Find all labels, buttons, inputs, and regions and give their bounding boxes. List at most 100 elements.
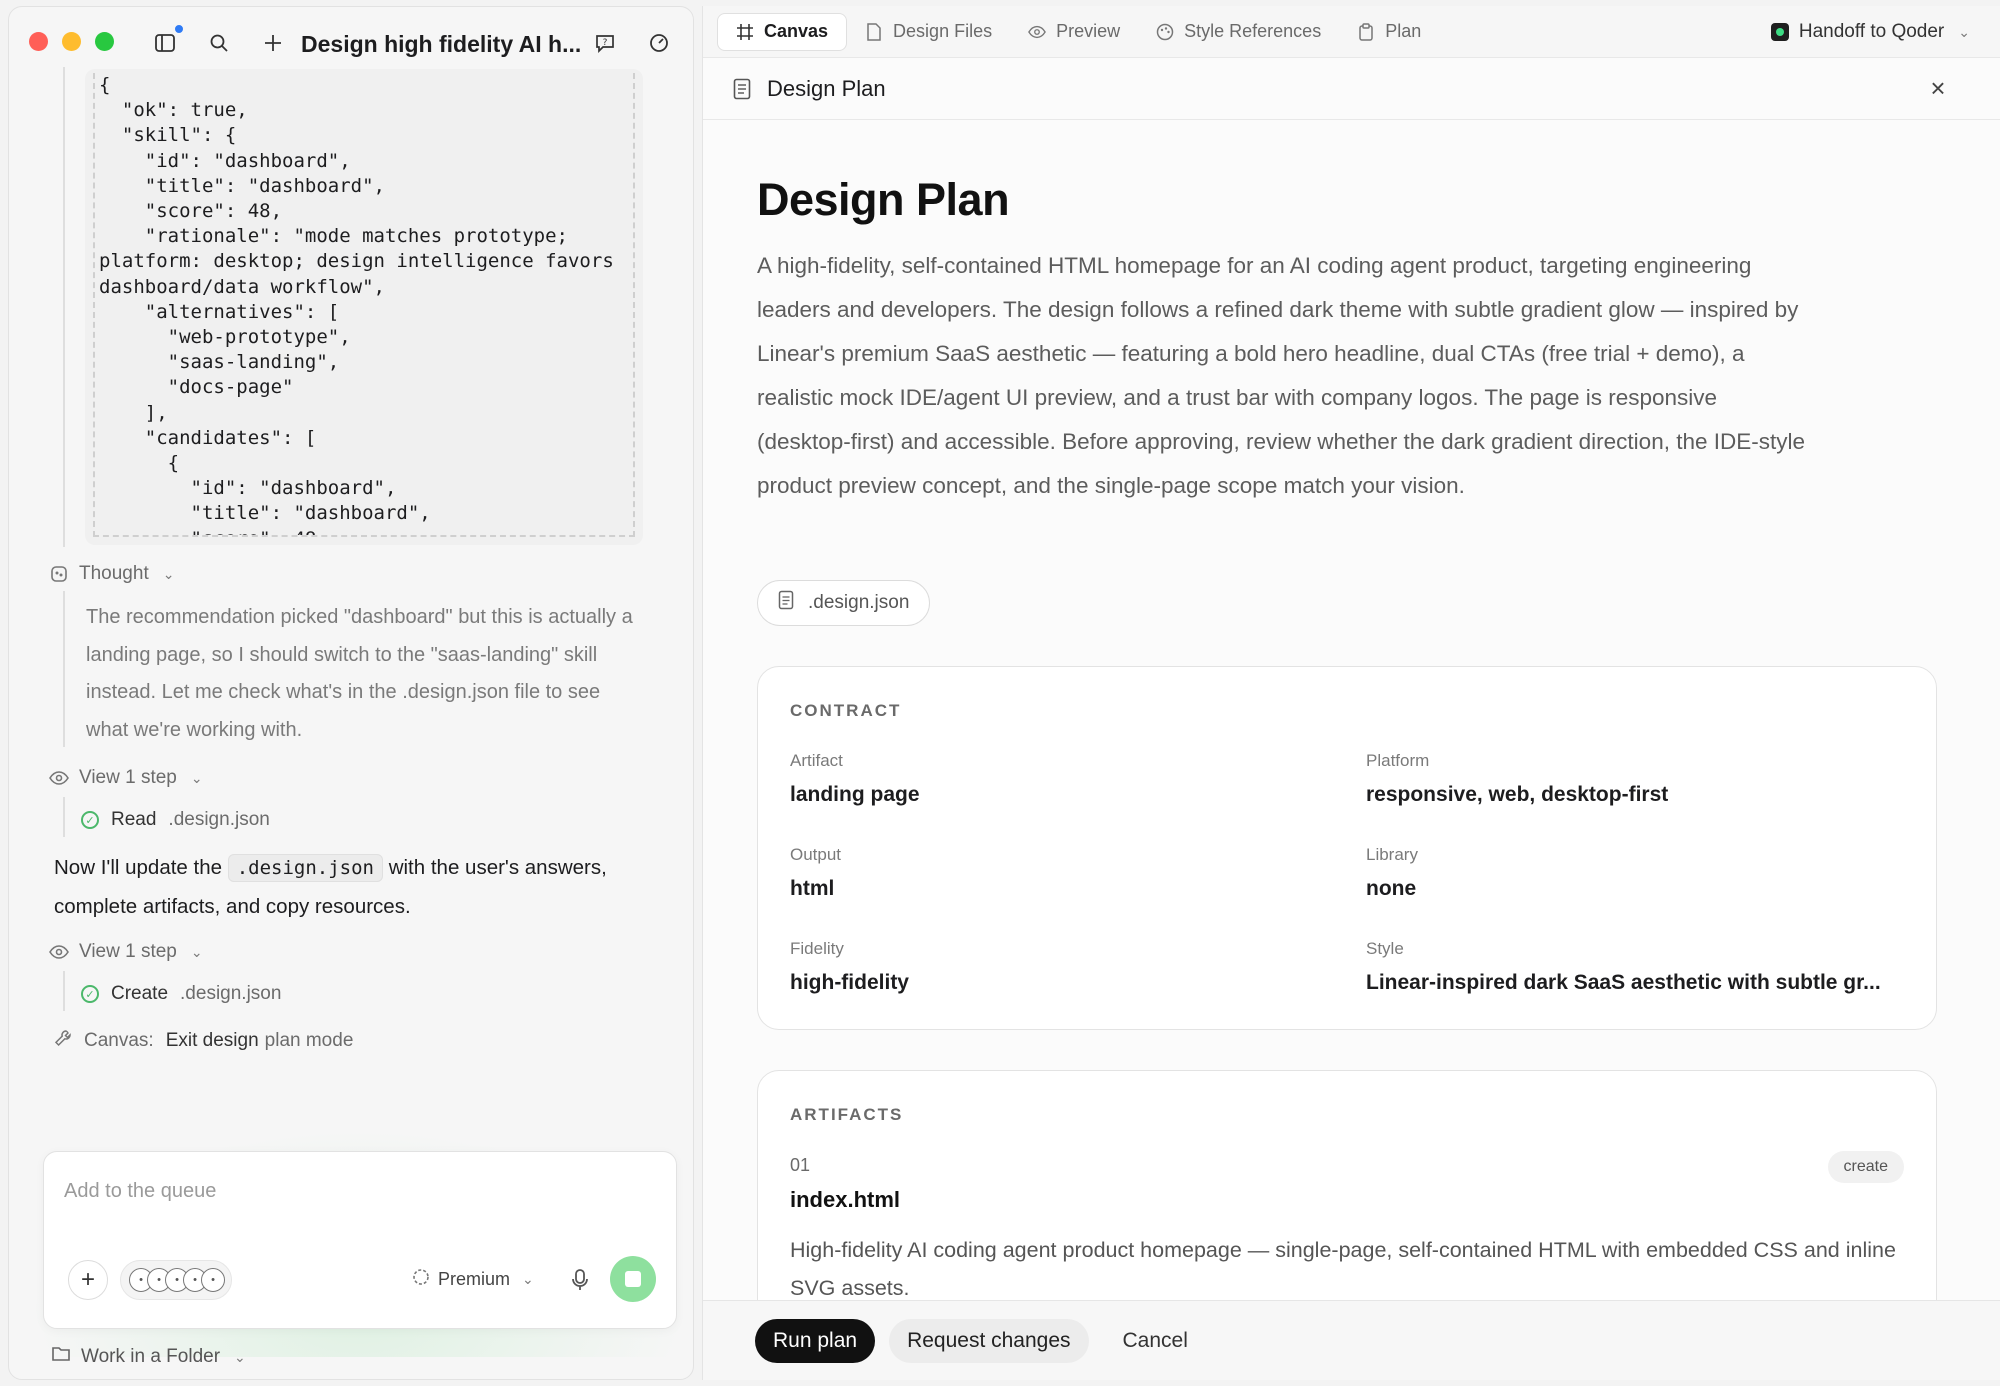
cancel-button[interactable]: Cancel xyxy=(1105,1319,1206,1363)
speedometer-icon[interactable] xyxy=(645,29,673,57)
tool-icon: • xyxy=(201,1268,225,1292)
chat-pane: Design high fidelity AI h... ? { "ok": t… xyxy=(8,6,694,1380)
check-circle-icon: ✓ xyxy=(81,985,99,1003)
plan-header: Design Plan × xyxy=(703,58,2000,120)
tab-label: Plan xyxy=(1385,21,1422,41)
artifact-description: High-fidelity AI coding agent product ho… xyxy=(790,1238,1896,1300)
handoff-label: Handoff to Qoder xyxy=(1798,21,1945,42)
tab-design-files[interactable]: Design Files xyxy=(847,13,1010,51)
tools-selector[interactable]: • • • • • xyxy=(120,1260,232,1300)
contract-field: Fidelity high-fidelity xyxy=(790,939,1330,995)
handoff-button[interactable]: Handoff to Qoder ⌄ xyxy=(1770,21,1970,43)
thought-text: The recommendation picked "dashboard" bu… xyxy=(86,606,633,741)
document-icon xyxy=(778,590,794,616)
work-folder-label: Work in a Folder xyxy=(81,1346,221,1367)
inline-code: .design.json xyxy=(227,854,383,882)
work-folder-selector[interactable]: Work in a Folder ⌄ xyxy=(51,1345,246,1369)
field-value: none xyxy=(1366,877,1417,900)
step-file: .design.json xyxy=(168,809,270,830)
search-icon[interactable] xyxy=(205,29,233,57)
thread-line xyxy=(63,67,65,547)
eye-icon xyxy=(49,768,69,788)
code-output-frame: { "ok": true, "skill": { "id": "dashboar… xyxy=(93,73,635,537)
plan-header-title: Design Plan xyxy=(767,75,886,101)
view-step-label: View 1 step xyxy=(79,941,177,962)
new-chat-icon[interactable] xyxy=(259,29,287,57)
file-chip-label: .design.json xyxy=(808,592,910,613)
contract-card: CONTRACT Artifact landing page Platform … xyxy=(757,666,1937,1030)
chevron-down-icon: ⌄ xyxy=(1958,23,1970,40)
view-step-toggle[interactable]: View 1 step ⌄ xyxy=(49,767,203,789)
contract-field: Style Linear-inspired dark SaaS aestheti… xyxy=(1366,939,1906,995)
microphone-icon[interactable] xyxy=(566,1266,594,1294)
tab-canvas[interactable]: Canvas xyxy=(717,12,848,51)
field-key: Artifact xyxy=(790,751,843,770)
queue-input[interactable]: Add to the queue xyxy=(64,1180,216,1203)
field-key: Platform xyxy=(1366,751,1430,770)
create-step[interactable]: ✓ Create .design.json xyxy=(81,983,281,1005)
request-changes-button[interactable]: Request changes xyxy=(889,1318,1089,1363)
attach-button[interactable]: + xyxy=(68,1260,108,1300)
contract-field: Artifact landing page xyxy=(790,751,1330,807)
canvas-tool-call[interactable]: Canvas: Exit design plan mode xyxy=(54,1029,353,1053)
code-text: { "ok": true, "skill": { "id": "dashboar… xyxy=(99,74,614,535)
tab-plan[interactable]: Plan xyxy=(1339,13,1439,51)
artifact-action-badge: create xyxy=(1827,1151,1904,1183)
message-text-before: Now I'll update the xyxy=(54,856,223,879)
canvas-tabs: Canvas Design Files Preview Style Refere… xyxy=(703,6,2000,58)
model-label: Premium xyxy=(438,1269,511,1289)
close-icon[interactable]: × xyxy=(1926,73,1950,103)
window-controls xyxy=(29,31,114,51)
eye-icon xyxy=(1028,23,1046,41)
design-json-chip[interactable]: .design.json xyxy=(757,580,931,626)
tab-preview[interactable]: Preview xyxy=(1010,13,1138,51)
tab-style-references[interactable]: Style References xyxy=(1138,13,1339,51)
view-step-toggle[interactable]: View 1 step ⌄ xyxy=(49,941,203,963)
contract-field: Output html xyxy=(790,845,1330,901)
svg-text:?: ? xyxy=(603,38,608,48)
model-icon xyxy=(412,1268,430,1291)
file-icon xyxy=(865,22,883,41)
close-window-button[interactable] xyxy=(29,31,48,51)
thought-label: Thought xyxy=(79,563,149,584)
field-key: Style xyxy=(1366,939,1404,958)
run-plan-button[interactable]: Run plan xyxy=(755,1318,876,1363)
tab-label: Style References xyxy=(1184,21,1322,41)
step-line xyxy=(63,797,65,837)
assistant-message: Now I'll update the .design.json with th… xyxy=(54,849,654,925)
sidebar-toggle-icon[interactable] xyxy=(151,23,185,57)
composer: Add to the queue + • • • • • Premium ⌄ xyxy=(43,1151,677,1329)
chevron-down-icon: ⌄ xyxy=(234,1348,246,1365)
thought-toggle[interactable]: Thought ⌄ xyxy=(49,563,174,585)
zoom-window-button[interactable] xyxy=(95,31,114,51)
minimize-window-button[interactable] xyxy=(62,31,81,51)
tab-label: Canvas xyxy=(764,21,829,41)
thought-line xyxy=(63,591,65,747)
app-window: Design high fidelity AI h... ? { "ok": t… xyxy=(0,0,2000,1386)
read-step[interactable]: ✓ Read .design.json xyxy=(81,809,270,831)
artifacts-card: ARTIFACTS 01 index.html create High-fide… xyxy=(757,1070,1937,1300)
field-value: html xyxy=(790,877,835,900)
artifact-name: index.html xyxy=(790,1187,901,1212)
frame-icon xyxy=(736,23,754,41)
field-key: Output xyxy=(790,845,842,864)
field-value: responsive, web, desktop-first xyxy=(1366,783,1669,806)
feedback-icon[interactable]: ? xyxy=(591,29,619,57)
field-key: Library xyxy=(1366,845,1418,864)
page-title: Design Plan xyxy=(757,174,1010,225)
chevron-down-icon: ⌄ xyxy=(190,943,203,960)
stop-button[interactable] xyxy=(610,1256,656,1302)
chat-header: Design high fidelity AI h... ? xyxy=(9,7,693,75)
qoder-logo-icon xyxy=(1770,23,1789,41)
field-value: high-fidelity xyxy=(790,971,909,994)
palette-icon xyxy=(1156,23,1174,41)
step-verb: Read xyxy=(111,809,157,830)
notification-dot xyxy=(173,23,185,35)
artifact-number: 01 xyxy=(790,1155,811,1175)
folder-icon xyxy=(51,1345,71,1369)
artifacts-label: ARTIFACTS xyxy=(790,1105,904,1124)
model-selector[interactable]: Premium ⌄ xyxy=(412,1268,534,1291)
brain-icon xyxy=(49,564,69,584)
document-icon xyxy=(731,78,753,100)
tab-label: Design Files xyxy=(893,21,993,41)
